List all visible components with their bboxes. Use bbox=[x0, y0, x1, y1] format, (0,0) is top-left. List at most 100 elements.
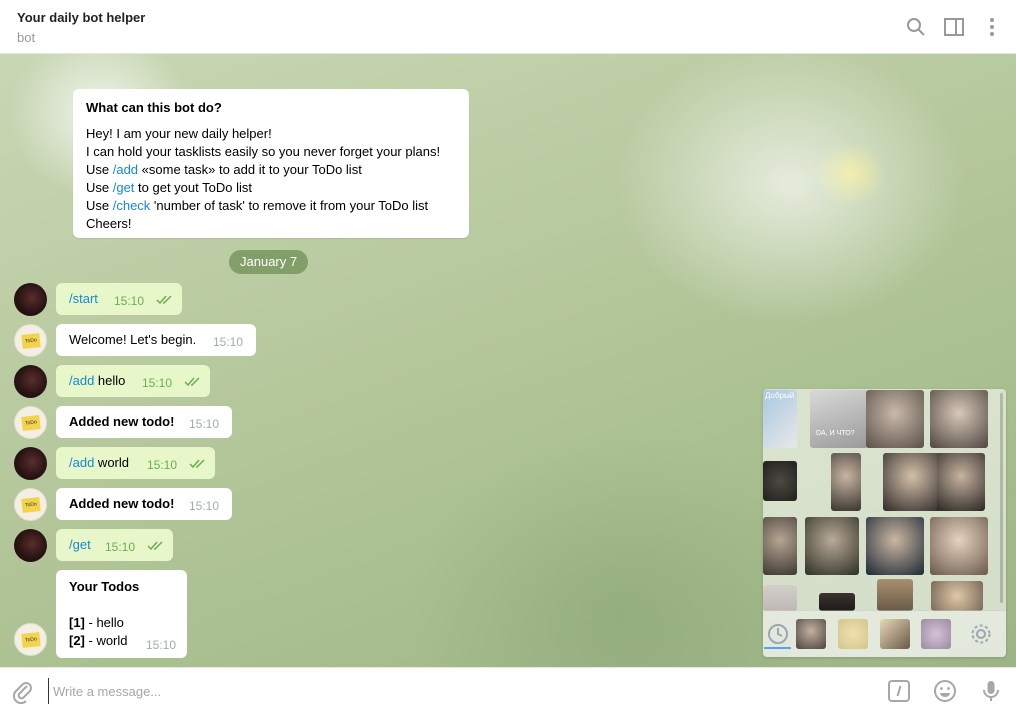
sticker[interactable]: Добрый bbox=[763, 390, 797, 448]
user-avatar[interactable] bbox=[14, 447, 47, 480]
command-link-add[interactable]: /add bbox=[113, 162, 138, 177]
bot-info-line: Use /add «some task» to add it to your T… bbox=[86, 161, 456, 179]
outgoing-message[interactable]: /add world 15:10 bbox=[56, 447, 215, 479]
bot-info-card: What can this bot do? Hey! I am your new… bbox=[73, 89, 469, 238]
bot-info-text: Use bbox=[86, 198, 113, 213]
sticker[interactable] bbox=[819, 593, 855, 611]
todo-note-icon: ToDo bbox=[21, 333, 41, 349]
sticker[interactable] bbox=[937, 453, 985, 511]
sticker-caption: Добрый bbox=[765, 391, 795, 400]
bot-info-text: «some task» to add it to your ToDo list bbox=[138, 162, 362, 177]
microphone-icon[interactable] bbox=[978, 678, 1004, 704]
sticker[interactable] bbox=[866, 390, 924, 448]
message-command[interactable]: /get bbox=[69, 537, 91, 552]
sticker-scrollbar[interactable] bbox=[1000, 393, 1003, 603]
message-composer bbox=[0, 667, 1016, 713]
sticker-pack-tab[interactable] bbox=[921, 619, 951, 649]
sticker-panel: Добрый DA, И ЧТО? bbox=[763, 389, 1006, 657]
date-separator: January 7 bbox=[229, 250, 309, 274]
bot-avatar[interactable]: ToDo bbox=[14, 623, 47, 656]
bot-avatar[interactable]: ToDo bbox=[14, 406, 47, 439]
message-time: 15:10 bbox=[114, 294, 145, 308]
sticker[interactable]: DA, И ЧТО? bbox=[810, 390, 868, 448]
sticker-tabs bbox=[763, 610, 1006, 657]
todo-item: [1] - hello bbox=[69, 614, 174, 632]
sticker[interactable] bbox=[763, 461, 797, 501]
search-icon[interactable] bbox=[904, 15, 928, 39]
sticker-settings-tab[interactable] bbox=[966, 619, 996, 649]
clock-icon bbox=[768, 624, 788, 644]
message-time: 15:10 bbox=[213, 335, 244, 349]
message-text: world bbox=[94, 455, 129, 470]
bot-info-text: Use bbox=[86, 162, 113, 177]
sticker[interactable] bbox=[763, 517, 797, 575]
recent-stickers-tab[interactable] bbox=[763, 619, 793, 649]
sticker-pack-tab[interactable] bbox=[838, 619, 868, 649]
todos-spacer bbox=[69, 596, 174, 614]
message-text: Added new todo! bbox=[69, 414, 175, 429]
active-tab-indicator bbox=[764, 647, 791, 649]
sticker[interactable] bbox=[883, 453, 941, 511]
sticker-pack-tab[interactable] bbox=[880, 619, 910, 649]
sidebar-toggle-icon[interactable] bbox=[942, 15, 966, 39]
todo-number: [2] bbox=[69, 633, 85, 648]
user-avatar[interactable] bbox=[14, 365, 47, 398]
user-avatar[interactable] bbox=[14, 529, 47, 562]
message-time: 15:10 bbox=[147, 458, 178, 472]
bot-info-text: 'number of task' to remove it from your … bbox=[150, 198, 429, 213]
emoji-icon[interactable] bbox=[932, 678, 958, 704]
bot-info-line: Hey! I am your new daily helper! bbox=[86, 126, 272, 141]
read-ticks-icon bbox=[189, 459, 205, 469]
chat-title[interactable]: Your daily bot helper bbox=[17, 10, 145, 25]
todo-note-icon: ToDo bbox=[21, 497, 41, 513]
bot-commands-icon[interactable] bbox=[886, 678, 912, 704]
chat-subtitle: bot bbox=[17, 30, 36, 45]
sticker[interactable] bbox=[931, 581, 983, 611]
chat-history[interactable]: What can this bot do? Hey! I am your new… bbox=[0, 54, 1016, 667]
chat-header: Your daily bot helper bot bbox=[0, 0, 1016, 54]
bot-info-text: Use bbox=[86, 180, 113, 195]
sticker[interactable] bbox=[930, 517, 988, 575]
incoming-message[interactable]: Added new todo! 15:10 bbox=[56, 488, 232, 520]
message-text: hello bbox=[94, 373, 126, 388]
message-command[interactable]: /start bbox=[69, 291, 98, 306]
sticker[interactable] bbox=[805, 517, 859, 575]
read-ticks-icon bbox=[156, 295, 172, 305]
bot-info-title: What can this bot do? bbox=[86, 100, 222, 115]
incoming-message-todos[interactable]: Your Todos [1] - hello [2] - world 15:10 bbox=[56, 570, 187, 658]
sticker[interactable] bbox=[930, 390, 988, 448]
todo-note-icon: ToDo bbox=[21, 632, 41, 648]
incoming-message[interactable]: Added new todo! 15:10 bbox=[56, 406, 232, 438]
read-ticks-icon bbox=[147, 541, 163, 551]
sticker-pack-tab[interactable] bbox=[796, 619, 826, 649]
incoming-message[interactable]: Welcome! Let's begin. 15:10 bbox=[56, 324, 256, 356]
sticker[interactable] bbox=[763, 585, 797, 611]
sticker-caption: DA, И ЧТО? bbox=[816, 430, 855, 437]
sticker[interactable] bbox=[866, 517, 924, 575]
attach-icon[interactable] bbox=[10, 678, 36, 705]
message-text: Welcome! Let's begin. bbox=[69, 332, 197, 347]
bot-info-line: Use /check 'number of task' to remove it… bbox=[86, 197, 456, 215]
message-command[interactable]: /add bbox=[69, 455, 94, 470]
read-ticks-icon bbox=[184, 377, 200, 387]
sticker[interactable] bbox=[831, 453, 861, 511]
command-link-check[interactable]: /check bbox=[113, 198, 151, 213]
message-time: 15:10 bbox=[105, 540, 136, 554]
bot-avatar[interactable]: ToDo bbox=[14, 488, 47, 521]
todo-number: [1] bbox=[69, 615, 85, 630]
outgoing-message[interactable]: /add hello 15:10 bbox=[56, 365, 210, 397]
command-link-get[interactable]: /get bbox=[113, 180, 135, 195]
bot-info-line: Use /get to get yout ToDo list bbox=[86, 179, 456, 197]
sticker[interactable] bbox=[877, 579, 913, 611]
gear-icon bbox=[971, 624, 991, 644]
message-command[interactable]: /add bbox=[69, 373, 94, 388]
bot-avatar[interactable]: ToDo bbox=[14, 324, 47, 357]
more-vertical-icon[interactable] bbox=[980, 15, 1004, 39]
outgoing-message[interactable]: /start 15:10 bbox=[56, 283, 182, 315]
bot-info-line: Cheers! bbox=[86, 216, 132, 231]
user-avatar[interactable] bbox=[14, 283, 47, 316]
todo-text: - world bbox=[84, 633, 128, 648]
message-input[interactable] bbox=[48, 678, 868, 704]
todo-note-icon: ToDo bbox=[21, 415, 41, 431]
outgoing-message[interactable]: /get 15:10 bbox=[56, 529, 173, 561]
